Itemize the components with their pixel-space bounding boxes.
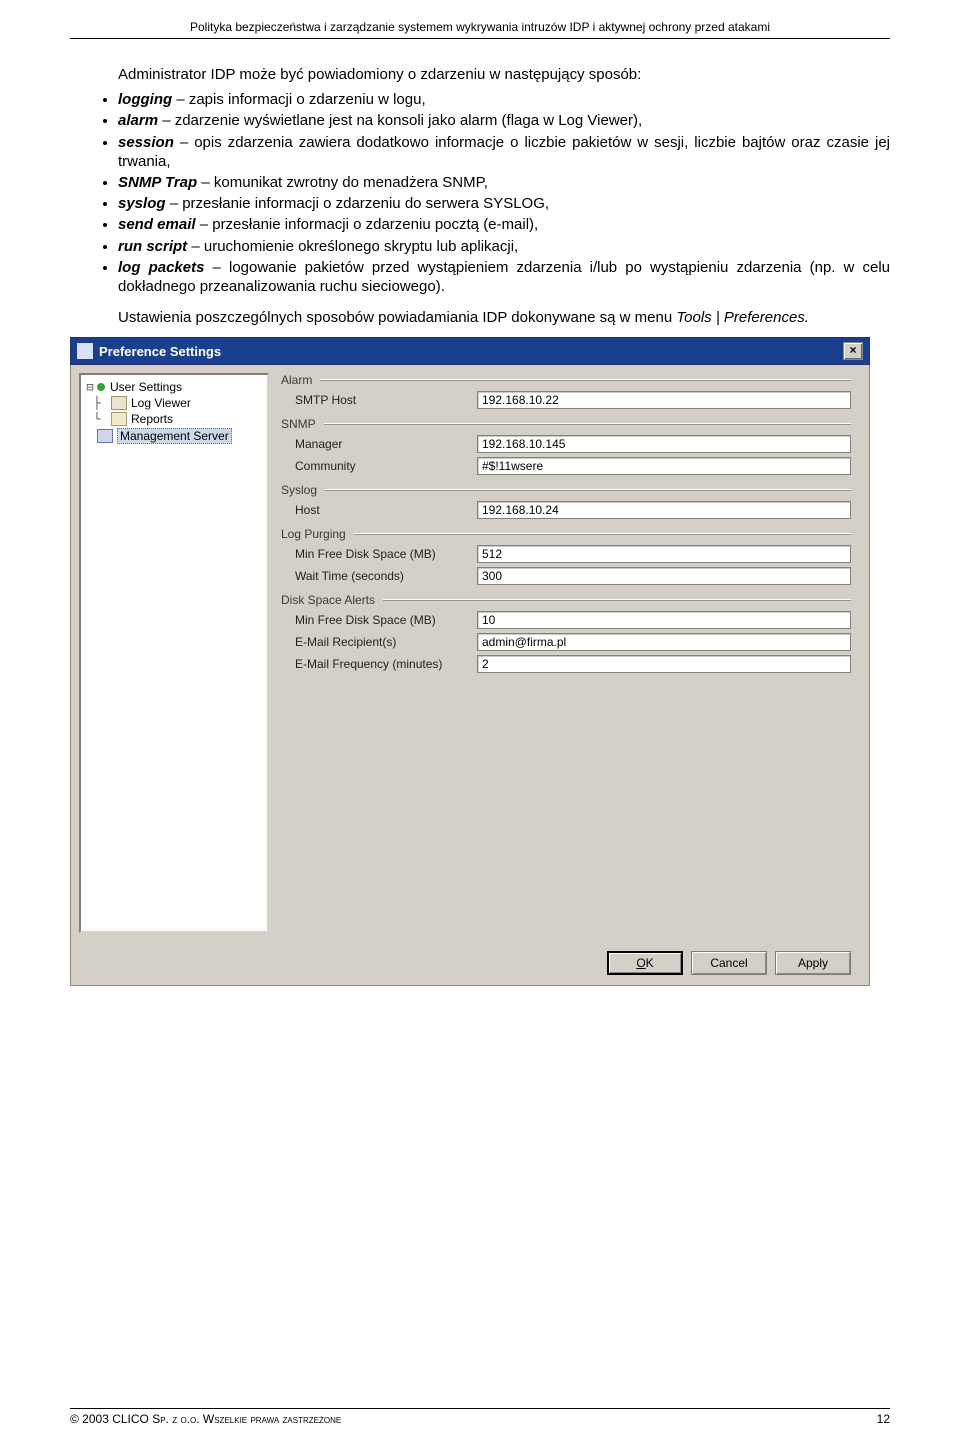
- label-host: Host: [295, 503, 477, 517]
- smtp-host-input[interactable]: [477, 391, 851, 409]
- group-syslog: Syslog Host: [281, 483, 851, 519]
- tree-node-management-server[interactable]: Management Server: [83, 427, 265, 445]
- manager-input[interactable]: [477, 435, 851, 453]
- bullet-list: logging – zapis informacji o zdarzeniu w…: [70, 90, 890, 296]
- label-manager: Manager: [295, 437, 477, 451]
- tree-node-reports[interactable]: └ Reports: [83, 411, 265, 427]
- label-email-freq: E-Mail Frequency (minutes): [295, 657, 477, 671]
- dialog-titlebar[interactable]: Preference Settings ×: [70, 337, 870, 365]
- intro-paragraph: Administrator IDP może być powiadomiony …: [70, 65, 890, 84]
- label-community: Community: [295, 459, 477, 473]
- label-min-free-da: Min Free Disk Space (MB): [295, 613, 477, 627]
- label-wait-time: Wait Time (seconds): [295, 569, 477, 583]
- page-footer: © 2003 CLICO Sp. z o.o. Wszelkie prawa z…: [70, 1408, 890, 1426]
- dialog-title: Preference Settings: [99, 344, 221, 359]
- da-email-recip-input[interactable]: [477, 633, 851, 651]
- settings-form: Alarm SMTP Host SNMP Manager Community: [269, 365, 869, 985]
- list-item: logging – zapis informacji o zdarzeniu w…: [118, 90, 890, 109]
- dialog-button-bar: OK Cancel Apply: [607, 951, 851, 975]
- tree-collapse-icon[interactable]: ⊟: [83, 380, 97, 394]
- group-snmp: SNMP Manager Community: [281, 417, 851, 475]
- tree-node-user-settings[interactable]: ⊟ User Settings: [83, 379, 265, 395]
- group-disk-alerts: Disk Space Alerts Min Free Disk Space (M…: [281, 593, 851, 673]
- tools-paragraph: Ustawienia poszczególnych sposobów powia…: [70, 308, 890, 327]
- reports-icon: [111, 412, 127, 426]
- log-viewer-icon: [111, 396, 127, 410]
- list-item: send email – przesłanie informacji o zda…: [118, 215, 890, 234]
- community-input[interactable]: [477, 457, 851, 475]
- page-header: Polityka bezpieczeństwa i zarządzanie sy…: [70, 20, 890, 39]
- group-alarm: Alarm SMTP Host: [281, 373, 851, 409]
- app-icon: [77, 343, 93, 359]
- label-min-free-lp: Min Free Disk Space (MB): [295, 547, 477, 561]
- tree-node-log-viewer[interactable]: ├ Log Viewer: [83, 395, 265, 411]
- page-number: 12: [877, 1412, 890, 1426]
- copyright: © 2003 CLICO Sp. z o.o. Wszelkie prawa z…: [70, 1412, 341, 1426]
- group-log-purging: Log Purging Min Free Disk Space (MB) Wai…: [281, 527, 851, 585]
- list-item: syslog – przesłanie informacji o zdarzen…: [118, 194, 890, 213]
- nav-tree[interactable]: ⊟ User Settings ├ Log Viewer └ Reports: [79, 373, 269, 933]
- host-input[interactable]: [477, 501, 851, 519]
- list-item: run script – uruchomienie określonego sk…: [118, 237, 890, 256]
- close-icon[interactable]: ×: [843, 342, 863, 360]
- lp-wait-input[interactable]: [477, 567, 851, 585]
- status-dot-icon: [97, 383, 105, 391]
- label-email-recip: E-Mail Recipient(s): [295, 635, 477, 649]
- preference-dialog-figure: Preference Settings × ⊟ User Settings ├ …: [70, 337, 870, 986]
- list-item: log packets – logowanie pakietów przed w…: [118, 258, 890, 296]
- ok-button[interactable]: OK: [607, 951, 683, 975]
- list-item: SNMP Trap – komunikat zwrotny do menadże…: [118, 173, 890, 192]
- server-icon: [97, 429, 113, 443]
- list-item: session – opis zdarzenia zawiera dodatko…: [118, 133, 890, 171]
- da-email-freq-input[interactable]: [477, 655, 851, 673]
- dialog-body: ⊟ User Settings ├ Log Viewer └ Reports: [70, 365, 870, 986]
- lp-min-free-input[interactable]: [477, 545, 851, 563]
- list-item: alarm – zdarzenie wyświetlane jest na ko…: [118, 111, 890, 130]
- apply-button[interactable]: Apply: [775, 951, 851, 975]
- cancel-button[interactable]: Cancel: [691, 951, 767, 975]
- da-min-free-input[interactable]: [477, 611, 851, 629]
- label-smtp-host: SMTP Host: [295, 393, 477, 407]
